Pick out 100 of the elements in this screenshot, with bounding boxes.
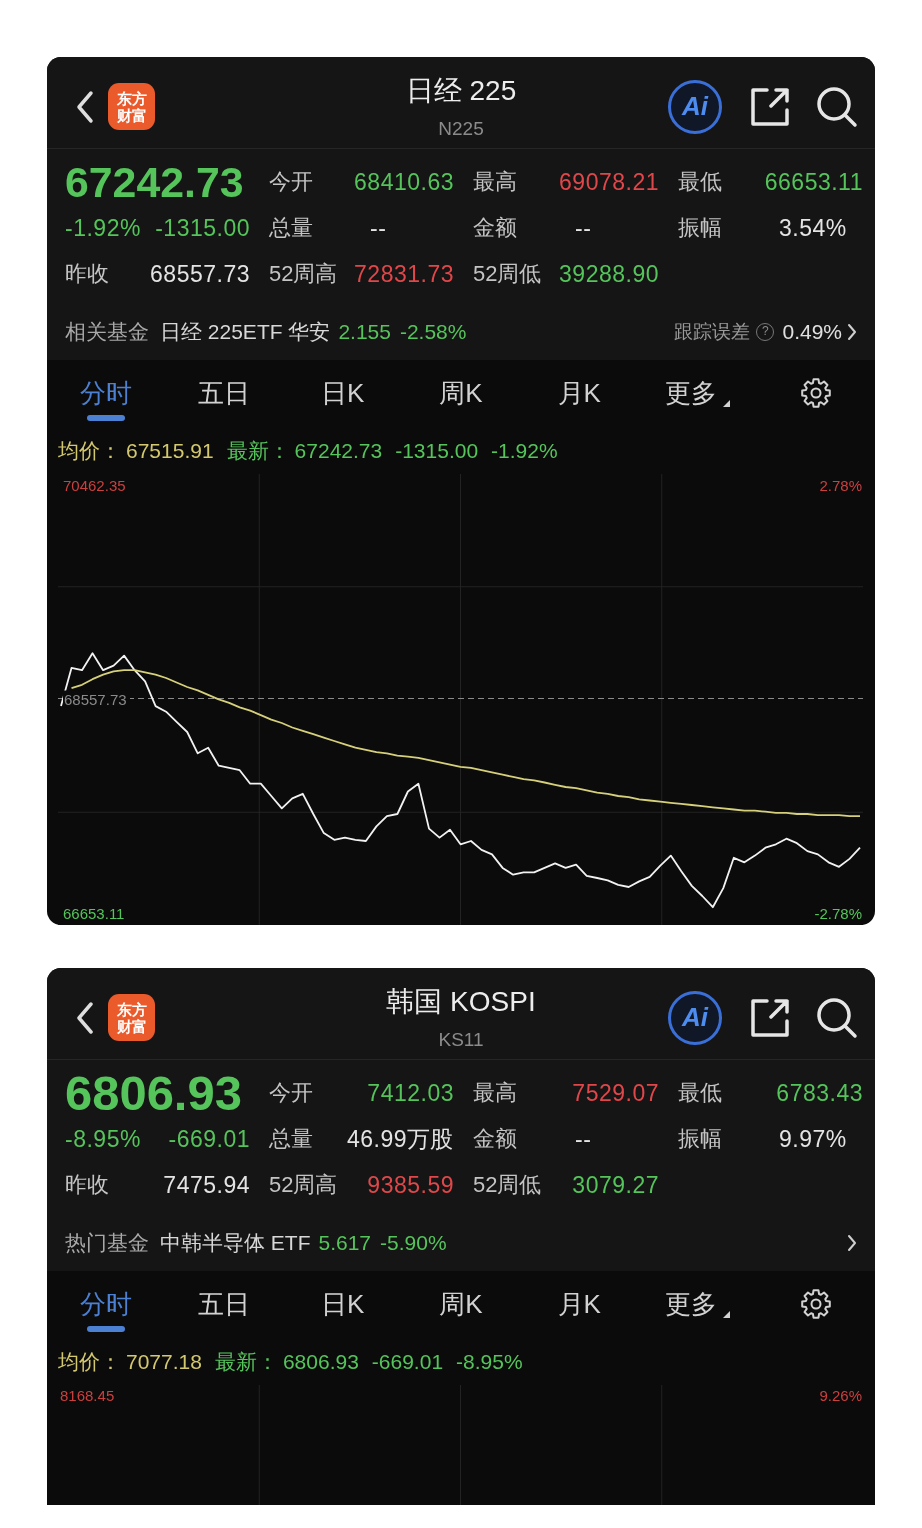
latest-price: 6806.93 bbox=[282, 1350, 359, 1374]
stat-label: 最低 bbox=[678, 168, 722, 196]
fund-label: 相关基金 bbox=[65, 318, 149, 345]
stat-label: 金额 bbox=[473, 214, 517, 242]
stat-label: 总量 bbox=[269, 1125, 313, 1153]
stat-label: 总量 bbox=[269, 214, 313, 242]
tracking-error-value: 0.49% bbox=[782, 319, 842, 344]
period-tab[interactable]: 五日 bbox=[192, 367, 257, 421]
stat-label: 最高 bbox=[473, 168, 517, 196]
latest-price-label: 最新： bbox=[214, 1349, 278, 1375]
stat-value: 72831.73 bbox=[354, 260, 454, 288]
stat-value: 39288.90 bbox=[559, 260, 659, 288]
period-tab[interactable]: 五日 bbox=[192, 1278, 257, 1332]
stat-label: 52周低 bbox=[473, 260, 542, 288]
period-tab[interactable]: 更多 bbox=[659, 367, 737, 421]
period-tab[interactable]: 周K bbox=[433, 1278, 489, 1332]
fund-price: 2.155 bbox=[338, 319, 391, 344]
stat-label: 昨收 bbox=[65, 1171, 109, 1199]
latest-change: -1315.00 bbox=[395, 439, 479, 463]
back-icon[interactable] bbox=[75, 89, 95, 124]
axis-label: 66653.11 bbox=[63, 904, 125, 921]
stat-value: 69078.21 bbox=[559, 168, 659, 196]
stat-value: -- bbox=[370, 214, 387, 242]
stat-label: 52周高 bbox=[269, 1171, 338, 1199]
caret-icon bbox=[723, 1311, 731, 1318]
last-price: 67242.73 bbox=[65, 160, 244, 204]
axis-label: 8168.45 bbox=[60, 1387, 115, 1404]
index-title: 韩国 KOSPI bbox=[386, 985, 536, 1019]
stat-value: -- bbox=[575, 1125, 592, 1153]
tracking-error-label: 跟踪误差 bbox=[674, 319, 751, 344]
change-amount: -669.01 bbox=[168, 1125, 250, 1153]
axis-label: 70462.35 bbox=[63, 476, 126, 493]
ai-button[interactable]: Ai bbox=[668, 79, 722, 134]
period-tab[interactable]: 周K bbox=[433, 367, 489, 421]
app-logo: 东方财富 bbox=[108, 994, 155, 1041]
change-percent: -8.95% bbox=[65, 1125, 141, 1153]
stat-value: 9.97% bbox=[779, 1125, 847, 1153]
average-price: 67515.91 bbox=[126, 439, 214, 463]
period-tab[interactable]: 日K bbox=[315, 367, 371, 421]
change-amount: -1315.00 bbox=[155, 214, 250, 242]
stat-value: -- bbox=[575, 214, 592, 242]
stat-label: 昨收 bbox=[65, 260, 109, 288]
chevron-right-icon[interactable] bbox=[847, 322, 857, 341]
change-percent: -1.92% bbox=[65, 214, 141, 242]
fund-name[interactable]: 中韩半导体 ETF bbox=[160, 1228, 311, 1257]
percent-label: -2.78% bbox=[814, 904, 862, 921]
stat-value: 66653.11 bbox=[764, 168, 863, 196]
stat-label: 最低 bbox=[678, 1079, 722, 1107]
stat-label: 最高 bbox=[473, 1079, 517, 1107]
stat-label: 52周高 bbox=[269, 260, 338, 288]
caret-icon bbox=[723, 400, 731, 407]
fund-price: 5.617 bbox=[318, 1230, 372, 1255]
average-price-label: 均价： bbox=[58, 1349, 121, 1375]
stat-value: 7412.03 bbox=[367, 1079, 454, 1107]
stat-value: 7475.94 bbox=[163, 1171, 250, 1199]
percent-label: 2.78% bbox=[819, 476, 862, 493]
stat-value: 68557.73 bbox=[150, 260, 250, 288]
fund-change: -2.58% bbox=[399, 319, 467, 344]
period-tab[interactable]: 日K bbox=[315, 1278, 371, 1332]
back-icon[interactable] bbox=[75, 1000, 95, 1035]
fund-label: 热门基金 bbox=[65, 1229, 149, 1256]
latest-price-label: 最新： bbox=[226, 438, 290, 464]
stat-value: 68410.63 bbox=[354, 168, 454, 196]
search-icon[interactable] bbox=[815, 85, 858, 128]
settings-icon[interactable] bbox=[799, 377, 832, 409]
stat-value: 9385.59 bbox=[367, 1171, 454, 1199]
stat-label: 振幅 bbox=[678, 1125, 722, 1153]
latest-price: 67242.73 bbox=[294, 439, 383, 463]
stat-label: 今开 bbox=[269, 168, 313, 196]
latest-change: -669.01 bbox=[371, 1350, 444, 1374]
index-title: 日经 225 bbox=[405, 74, 517, 108]
stat-value: 7529.07 bbox=[572, 1079, 659, 1107]
stat-label: 振幅 bbox=[678, 214, 722, 242]
period-tab[interactable]: 月K bbox=[551, 367, 607, 421]
latest-change-percent: -8.95% bbox=[456, 1350, 523, 1374]
search-icon[interactable] bbox=[815, 996, 858, 1039]
settings-icon[interactable] bbox=[799, 1288, 832, 1320]
tab-underline bbox=[87, 415, 126, 421]
stat-value: 6783.43 bbox=[776, 1079, 863, 1107]
period-tab[interactable]: 月K bbox=[551, 1278, 607, 1332]
axis-label: 68557.73 bbox=[63, 690, 130, 707]
fund-name[interactable]: 日经 225ETF 华安 bbox=[160, 317, 331, 346]
average-price: 7077.18 bbox=[126, 1350, 202, 1374]
stat-value: 46.99万股 bbox=[346, 1124, 454, 1154]
app-logo: 东方财富 bbox=[108, 83, 155, 130]
stat-value: 3079.27 bbox=[572, 1171, 659, 1199]
index-code: N225 bbox=[437, 117, 485, 141]
stat-label: 52周低 bbox=[473, 1171, 542, 1199]
period-tab[interactable]: 更多 bbox=[659, 1278, 737, 1332]
latest-change-percent: -1.92% bbox=[491, 439, 558, 463]
period-tab[interactable]: 分时 bbox=[74, 367, 139, 421]
chevron-right-icon[interactable] bbox=[847, 1233, 857, 1252]
stat-value: 3.54% bbox=[779, 214, 847, 242]
fund-change: -5.90% bbox=[380, 1230, 447, 1255]
ai-button[interactable]: Ai bbox=[668, 990, 722, 1045]
average-price-label: 均价： bbox=[58, 438, 121, 464]
stat-label: 今开 bbox=[269, 1079, 313, 1107]
percent-label: 9.26% bbox=[819, 1387, 862, 1404]
last-price: 6806.93 bbox=[65, 1068, 242, 1118]
period-tab[interactable]: 分时 bbox=[74, 1278, 139, 1332]
